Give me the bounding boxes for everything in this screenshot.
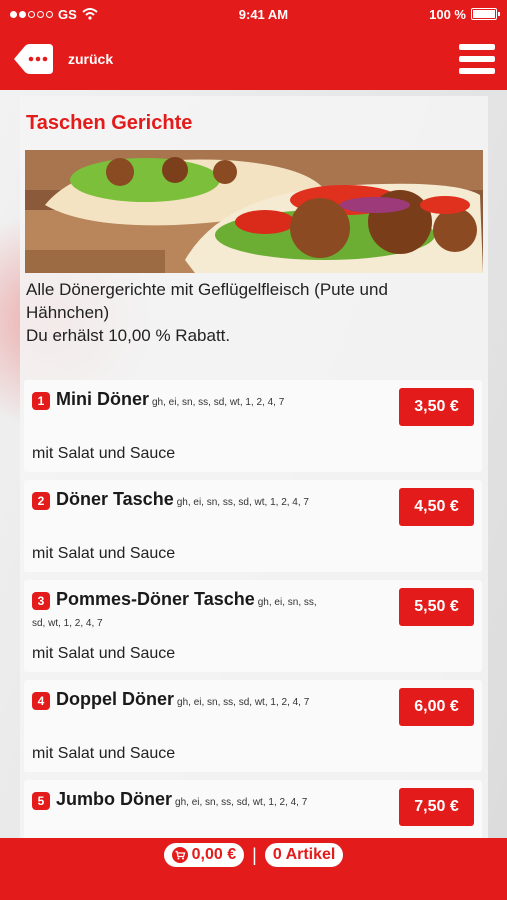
price-button[interactable]: 6,00 € bbox=[399, 688, 474, 726]
cart-icon bbox=[171, 847, 188, 863]
menu-item[interactable]: 4 Doppel Döner gh, ei, sn, ss, sd, wt, 1,… bbox=[24, 680, 482, 772]
back-button[interactable]: zurück bbox=[12, 43, 113, 75]
doner-hero-image bbox=[25, 150, 483, 273]
item-name: Mini Döner bbox=[56, 389, 149, 409]
category-card: Taschen Gerichte Alle Dönergerichte mit … bbox=[20, 96, 488, 838]
battery-icon bbox=[470, 8, 500, 20]
item-name: Pommes-Döner Tasche bbox=[56, 589, 255, 609]
status-bar: GS 9:41 AM 100 % bbox=[0, 0, 507, 28]
item-description: mit Salat und Sauce bbox=[32, 545, 176, 562]
back-tag-icon bbox=[14, 44, 53, 74]
item-header: Jumbo Döner gh, ei, sn, ss, sd, wt, 1, 2,… bbox=[32, 789, 332, 813]
item-allergens: gh, ei, sn, ss, sd, wt, 1, 2, 4, 7 bbox=[177, 697, 310, 708]
nav-bar: zurück bbox=[0, 28, 507, 90]
description-line-1: Alle Dönergerichte mit Geflügelfleisch (… bbox=[26, 280, 388, 322]
cart-count-button[interactable]: 0 Artikel bbox=[264, 843, 344, 867]
cart-total-button[interactable]: 0,00 € bbox=[163, 843, 245, 867]
status-right: 100 % bbox=[429, 6, 500, 22]
carrier-label: GS bbox=[58, 6, 77, 22]
item-allergens: gh, ei, sn, ss, sd, wt, 1, 2, 4, 7 bbox=[152, 397, 285, 408]
cart-separator: | bbox=[252, 845, 257, 865]
battery-percent: 100 % bbox=[429, 6, 466, 22]
menu-item[interactable]: 5 Jumbo Döner gh, ei, sn, ss, sd, wt, 1, … bbox=[24, 780, 482, 838]
price-button[interactable]: 4,50 € bbox=[399, 488, 474, 526]
cart-bar: 0,00 € | 0 Artikel bbox=[0, 838, 507, 900]
wifi-icon bbox=[82, 8, 98, 20]
item-description: mit Salat und Sauce bbox=[32, 445, 176, 462]
hamburger-menu-icon[interactable] bbox=[459, 41, 495, 77]
status-time: 9:41 AM bbox=[238, 6, 289, 22]
description-line-2: Du erhälst 10,00 % Rabatt. bbox=[26, 326, 231, 345]
menu-item[interactable]: 3 Pommes-Döner Tasche gh, ei, sn, ss, sd,… bbox=[24, 580, 482, 672]
price-button[interactable]: 3,50 € bbox=[399, 388, 474, 426]
signal-icon bbox=[10, 10, 53, 18]
cart-count: 0 Artikel bbox=[272, 846, 336, 863]
menu-item[interactable]: 2 Döner Tasche gh, ei, sn, ss, sd, wt, 1,… bbox=[24, 480, 482, 572]
item-header: Döner Tasche gh, ei, sn, ss, sd, wt, 1, 2… bbox=[32, 489, 332, 513]
item-description: mit Salat und Sauce bbox=[32, 645, 176, 662]
item-header: Pommes-Döner Tasche gh, ei, sn, ss, sd, w… bbox=[32, 589, 332, 634]
category-description: Alle Dönergerichte mit Geflügelfleisch (… bbox=[26, 278, 466, 347]
item-name: Doppel Döner bbox=[56, 689, 175, 709]
item-allergens: gh, ei, sn, ss, sd, wt, 1, 2, 4, 7 bbox=[176, 497, 309, 508]
price-button[interactable]: 7,50 € bbox=[399, 788, 474, 826]
item-header: Mini Döner gh, ei, sn, ss, sd, wt, 1, 2, … bbox=[32, 389, 332, 413]
menu-item[interactable]: 1 Mini Döner gh, ei, sn, ss, sd, wt, 1, 2… bbox=[24, 380, 482, 472]
item-name: Döner Tasche bbox=[56, 489, 174, 509]
content-area: Taschen Gerichte Alle Dönergerichte mit … bbox=[0, 90, 507, 838]
category-title: Taschen Gerichte bbox=[26, 112, 193, 134]
back-label: zurück bbox=[68, 51, 114, 67]
item-header: Doppel Döner gh, ei, sn, ss, sd, wt, 1, 2… bbox=[32, 689, 332, 713]
item-name: Jumbo Döner bbox=[56, 789, 173, 809]
cart-total: 0,00 € bbox=[191, 846, 237, 863]
status-left: GS bbox=[10, 7, 98, 22]
item-description: mit Salat und Sauce bbox=[32, 745, 176, 762]
price-button[interactable]: 5,50 € bbox=[399, 588, 474, 626]
item-allergens: gh, ei, sn, ss, sd, wt, 1, 2, 4, 7 bbox=[175, 797, 308, 808]
